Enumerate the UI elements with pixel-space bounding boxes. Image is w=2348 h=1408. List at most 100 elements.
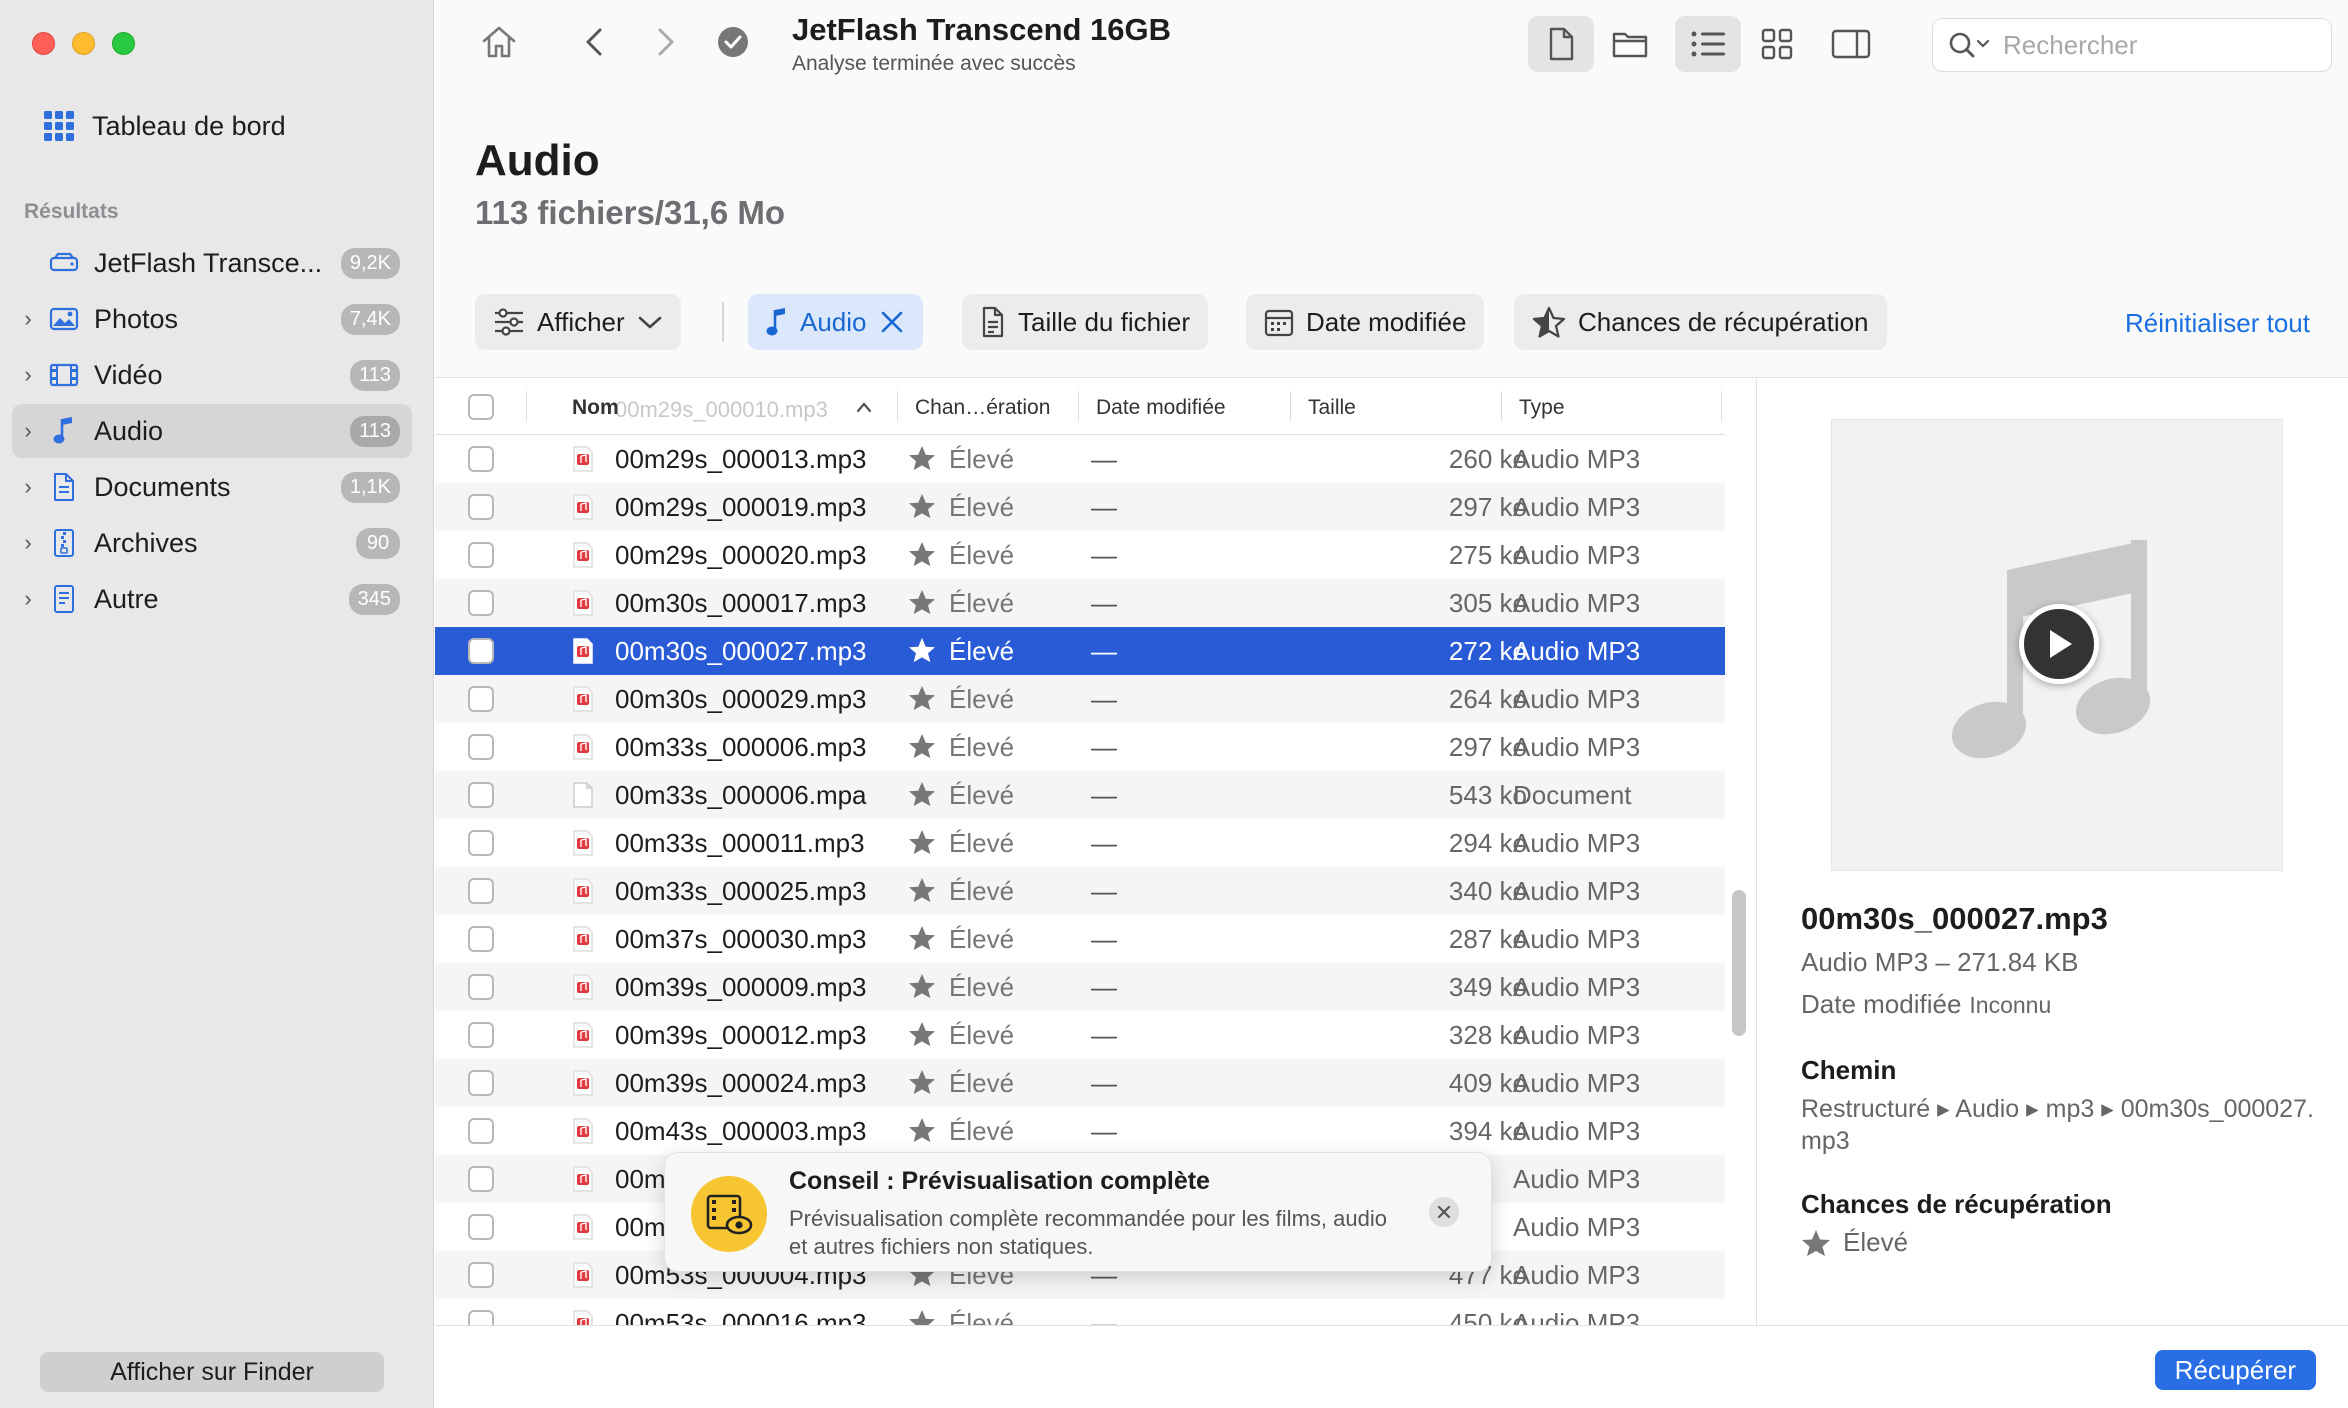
search-field[interactable] [1932,18,2332,72]
table-row[interactable]: 00m30s_000027.mp3 Élevé —272 ko Audio MP3 [435,627,1725,675]
zoom-window-button[interactable] [112,32,135,55]
table-row[interactable]: 00m30s_000029.mp3 Élevé —264 ko Audio MP3 [435,675,1725,723]
column-header-type[interactable]: Type [1519,396,1565,420]
table-row[interactable]: 00m29s_000020.mp3 Élevé —275 ko Audio MP3 [435,531,1725,579]
column-header-date[interactable]: Date modifiée [1096,396,1226,420]
table-row[interactable]: 00m30s_000017.mp3 Élevé —305 ko Audio MP3 [435,579,1725,627]
home-icon[interactable] [479,22,519,62]
table-row[interactable]: 00m29s_000019.mp3 Élevé —297 ko Audio MP3 [435,483,1725,531]
sidebar-item-archives[interactable]: › Archives 90 [12,516,412,570]
play-button[interactable] [2019,604,2099,684]
sidebar-item-label: Photos [94,303,179,334]
table-row[interactable]: 00m39s_000024.mp3 Élevé —409 ko Audio MP3 [435,1059,1725,1107]
back-chevron-icon[interactable] [575,22,615,62]
search-input[interactable] [2003,29,2303,61]
sidebar-item-label: Documents [94,471,231,502]
sidebar-item-dashboard[interactable]: Tableau de bord [44,106,286,146]
row-checkbox[interactable] [468,686,494,712]
preview-panel-toggle[interactable] [1818,16,1884,72]
table-row[interactable]: 00m33s_000025.mp3 Élevé —340 ko Audio MP3 [435,867,1725,915]
minimize-window-button[interactable] [72,32,95,55]
cell-type: Audio MP3 [1513,1308,1641,1325]
table-row[interactable]: 00m39s_000009.mp3 Élevé —349 ko Audio MP3 [435,963,1725,1011]
table-row[interactable]: 00m33s_000006.mp3 Élevé —297 ko Audio MP3 [435,723,1725,771]
forward-chevron-icon[interactable] [645,22,685,62]
table-row[interactable]: 00m33s_000011.mp3 Élevé —294 ko Audio MP3 [435,819,1725,867]
cell-type: Audio MP3 [1513,444,1641,474]
cell-date: — [1091,492,1117,522]
recover-button[interactable]: Récupérer [2154,1350,2316,1390]
mp3-file-icon [572,926,594,959]
close-icon[interactable] [879,309,905,335]
row-checkbox[interactable] [468,878,494,904]
table-row[interactable]: 00m37s_000030.mp3 Élevé —287 ko Audio MP3 [435,915,1725,963]
table-row[interactable]: 00m39s_000012.mp3 Élevé —328 ko Audio MP3 [435,1011,1725,1059]
chevron-right-icon[interactable]: › [12,530,44,556]
cell-date: — [1091,636,1117,666]
row-checkbox[interactable] [468,1166,494,1192]
sidebar-item-audio[interactable]: › Audio 113 [12,404,412,458]
row-checkbox[interactable] [468,926,494,952]
date-modified-filter[interactable]: Date modifiée [1246,294,1485,350]
show-in-finder-button[interactable]: Afficher sur Finder [40,1352,384,1392]
row-checkbox[interactable] [468,638,494,664]
table-row[interactable]: 00m53s_000016.mp3 Élevé —450 ko Audio MP3 [435,1299,1725,1325]
sidebar-item-vidéo[interactable]: › Vidéo 113 [12,348,412,402]
column-header-name[interactable]: Nom [572,396,619,420]
cell-chance: Élevé [949,876,1015,906]
show-filter-dropdown[interactable]: Afficher [475,294,681,350]
row-checkbox[interactable] [468,1070,494,1096]
sidebar-item-autre[interactable]: › Autre 345 [12,572,412,626]
star-icon [908,589,936,622]
audio-filter-chip[interactable]: Audio [748,294,923,350]
row-checkbox[interactable] [468,1310,494,1325]
preview-panel: 00m30s_000027.mp3 Audio MP3 – 271.84 KB … [1756,379,2348,1325]
cell-type: Audio MP3 [1513,876,1641,906]
file-view-button[interactable] [1528,16,1594,72]
select-all-checkbox[interactable] [468,394,494,420]
table-scrollbar[interactable] [1732,890,1746,1036]
chevron-right-icon[interactable]: › [12,362,44,388]
column-header-size[interactable]: Taille [1308,396,1356,420]
row-checkbox[interactable] [468,494,494,520]
grid-view-button[interactable] [1744,16,1810,72]
sidebar-item-documents[interactable]: › Documents 1,1K [12,460,412,514]
music-note-icon [766,308,785,336]
column-header-chance[interactable]: Chan…ération [915,396,1050,420]
row-checkbox[interactable] [468,1118,494,1144]
row-checkbox[interactable] [468,542,494,568]
folder-view-button[interactable] [1597,16,1663,72]
row-checkbox[interactable] [468,446,494,472]
mp3-file-icon [572,734,594,767]
file-size-filter[interactable]: Taille du fichier [962,294,1208,350]
reset-all-link[interactable]: Réinitialiser tout [2125,308,2310,339]
table-row[interactable]: 00m43s_000003.mp3 Élevé —394 ko Audio MP3 [435,1107,1725,1155]
sidebar-item-jetflash-transce[interactable]: JetFlash Transce... 9,2K [12,236,412,290]
row-checkbox[interactable] [468,1262,494,1288]
cell-date: — [1091,588,1117,618]
row-checkbox[interactable] [468,590,494,616]
table-row[interactable]: 00m33s_000006.mpa Élevé —543 ko Document [435,771,1725,819]
sort-ascending-chevron-icon[interactable] [855,401,873,413]
chevron-right-icon[interactable]: › [12,586,44,612]
recovery-chances-filter[interactable]: Chances de récupération [1514,294,1887,350]
cell-chance: Élevé [949,732,1015,762]
row-checkbox[interactable] [468,1022,494,1048]
chevron-right-icon[interactable]: › [12,418,44,444]
tip-close-button[interactable] [1429,1197,1459,1227]
sidebar-item-photos[interactable]: › Photos 7,4K [12,292,412,346]
table-row[interactable]: 00m29s_000013.mp3 Élevé —260 ko Audio MP3 [435,435,1725,483]
row-checkbox[interactable] [468,1214,494,1240]
row-checkbox[interactable] [468,782,494,808]
close-icon [1437,1205,1451,1219]
row-checkbox[interactable] [468,734,494,760]
cell-name: 00m43s_000003.mp3 [615,1116,867,1146]
cell-name: 00m33s_000006.mp3 [615,732,867,762]
row-checkbox[interactable] [468,974,494,1000]
list-view-button[interactable] [1675,16,1741,72]
row-checkbox[interactable] [468,830,494,856]
chevron-right-icon[interactable]: › [12,474,44,500]
star-icon [908,1021,936,1054]
chevron-right-icon[interactable]: › [12,306,44,332]
close-window-button[interactable] [32,32,55,55]
